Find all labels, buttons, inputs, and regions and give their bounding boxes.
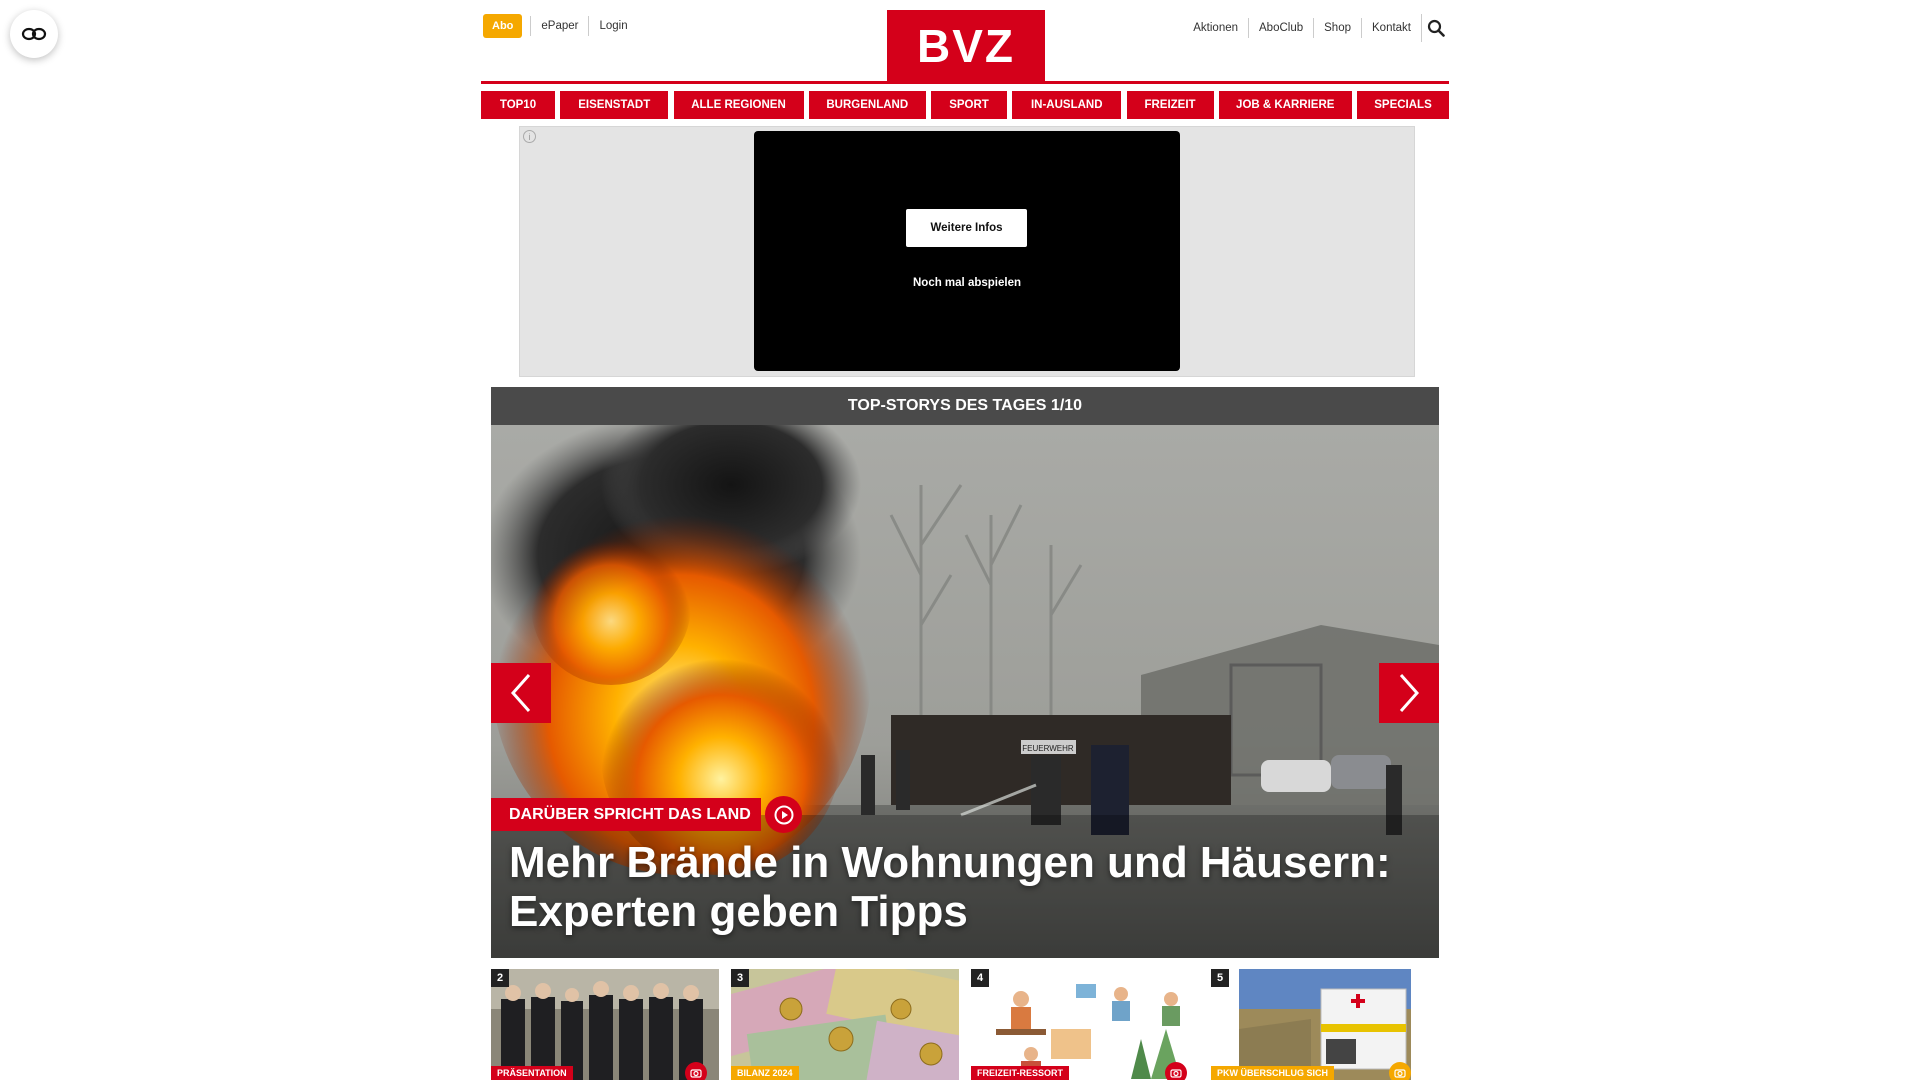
nav-item-freizeit[interactable]: FREIZEIT xyxy=(1126,91,1214,119)
thumbnail-image xyxy=(971,969,1199,1080)
thumbnail-number: 3 xyxy=(731,969,749,987)
hero-kicker: DARÜBER SPRICHT DAS LAND xyxy=(491,798,761,831)
aktionen-link[interactable]: Aktionen xyxy=(1183,18,1248,38)
top-stories-heading: TOP-STORYS DES TAGES 1/10 xyxy=(491,387,1439,425)
thumbnail-image xyxy=(731,969,959,1080)
nav-item-top10[interactable]: TOP10 xyxy=(481,91,555,119)
nav-item-sport[interactable]: SPORT xyxy=(931,91,1007,119)
story-thumbnail[interactable]: 3 BILANZ 2024 xyxy=(731,969,959,1080)
chevron-left-icon xyxy=(510,674,531,712)
epaper-link[interactable]: ePaper xyxy=(530,16,588,36)
thumbnail-number: 2 xyxy=(491,969,509,987)
site-header: Abo ePaper Login BVZ Aktionen AboClub Sh… xyxy=(481,0,1449,84)
page-container: Abo ePaper Login BVZ Aktionen AboClub Sh… xyxy=(481,0,1449,1080)
story-thumbnails: 2 PRÄSENTATION 3 BILANZ 2024 4 FREIZEIT-… xyxy=(491,969,1439,1080)
thumbnail-number: 4 xyxy=(971,969,989,987)
search-icon xyxy=(1427,19,1445,37)
thumbnail-tag: BILANZ 2024 xyxy=(731,1066,799,1080)
nav-item-eisenstadt[interactable]: EISENSTADT xyxy=(560,91,669,119)
story-thumbnail[interactable]: 4 FREIZEIT-RESSORT xyxy=(971,969,1199,1080)
nav-item-job-karriere[interactable]: JOB & KARRIERE xyxy=(1218,91,1352,119)
thumbnail-tag: FREIZEIT-RESSORT xyxy=(971,1066,1070,1080)
login-link[interactable]: Login xyxy=(588,16,637,36)
nav-item-alle-regionen[interactable]: ALLE REGIONEN xyxy=(673,91,804,119)
accessibility-icon xyxy=(21,27,47,41)
thumbnail-tag: PKW ÜBERSCHLUG SICH xyxy=(1211,1066,1335,1080)
camera-icon xyxy=(685,1062,707,1080)
story-thumbnail[interactable]: 2 PRÄSENTATION xyxy=(491,969,719,1080)
header-right-links: Aktionen AboClub Shop Kontakt xyxy=(1183,14,1449,42)
play-icon xyxy=(774,805,793,824)
camera-icon xyxy=(1165,1062,1187,1080)
thumbnail-tag: PRÄSENTATION xyxy=(491,1066,573,1080)
container-sign: FEUERWEHR xyxy=(1022,744,1074,753)
site-logo[interactable]: BVZ xyxy=(887,10,1045,82)
nav-item-burgenland[interactable]: BURGENLAND xyxy=(808,91,926,119)
accessibility-button[interactable] xyxy=(10,10,58,58)
search-button[interactable] xyxy=(1421,14,1449,42)
abo-button[interactable]: Abo xyxy=(483,14,523,38)
hero-story[interactable]: FEUERWEHR DARÜBER SPRICHT DAS LAND Mehr … xyxy=(491,425,1439,958)
video-play-button[interactable] xyxy=(765,796,802,833)
thumbnail-image xyxy=(491,969,719,1080)
carousel-next-button[interactable] xyxy=(1379,663,1439,723)
advertisement-banner: i Weitere Infos Noch mal abspielen xyxy=(519,126,1415,377)
ad-more-info-button[interactable]: Weitere Infos xyxy=(906,209,1027,247)
hero-headline[interactable]: Mehr Brände in Wohnungen und Häusern: Ex… xyxy=(509,838,1409,936)
main-navigation: TOP10 EISENSTADT ALLE REGIONEN BURGENLAN… xyxy=(481,91,1449,119)
chevron-right-icon xyxy=(1399,674,1420,712)
ad-video-player[interactable]: Weitere Infos Noch mal abspielen xyxy=(754,131,1180,371)
aboclub-link[interactable]: AboClub xyxy=(1248,18,1313,38)
nav-item-in-ausland[interactable]: IN-AUSLAND xyxy=(1012,91,1122,119)
thumbnail-image xyxy=(1211,969,1411,1080)
carousel-prev-button[interactable] xyxy=(491,663,551,723)
kontakt-link[interactable]: Kontakt xyxy=(1361,18,1421,38)
story-thumbnail[interactable]: 5 PKW ÜBERSCHLUG SICH xyxy=(1211,969,1411,1080)
header-left-links: Abo ePaper Login xyxy=(483,14,638,38)
ad-replay-link[interactable]: Noch mal abspielen xyxy=(754,277,1180,289)
nav-item-specials[interactable]: SPECIALS xyxy=(1357,91,1449,119)
camera-icon xyxy=(1389,1062,1411,1080)
thumbnail-number: 5 xyxy=(1211,969,1229,987)
shop-link[interactable]: Shop xyxy=(1313,18,1361,38)
ad-info-icon[interactable]: i xyxy=(523,130,536,143)
